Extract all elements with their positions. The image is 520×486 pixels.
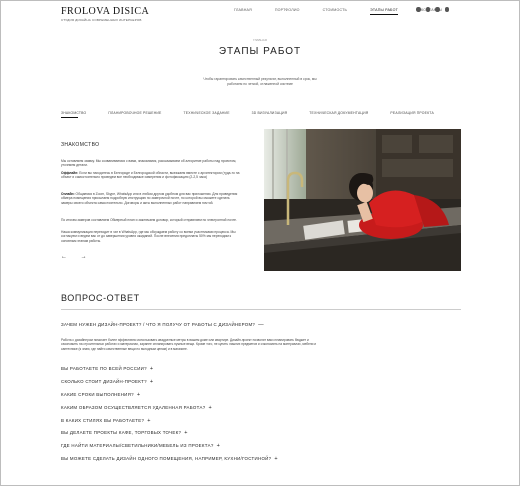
faq-question[interactable]: КАКИЕ СРОКИ ВЫПОЛНЕНИЯ? + <box>61 392 140 398</box>
expand-icon[interactable]: + <box>184 430 188 436</box>
slider-arrows[interactable]: ← → <box>61 254 93 260</box>
expand-icon[interactable]: + <box>274 456 278 462</box>
faq-question[interactable]: ВЫ ДЕЛАЕТЕ ПРОЕКТЫ КАФЕ, ТОРГОВЫХ ТОЧЕК?… <box>61 430 188 436</box>
nav-portfolio[interactable]: ПОРТФОЛИО <box>275 8 300 15</box>
online-label: Онлайн: <box>61 192 75 196</box>
faq-question-text: ЗАЧЕМ НУЖЕН ДИЗАЙН-ПРОЕКТ? / ЧТО Я ПОЛУЧ… <box>61 322 256 327</box>
faq-question-text: ВЫ РАБОТАЕТЕ ПО ВСЕЙ РОССИИ? <box>61 366 147 371</box>
expand-icon[interactable]: + <box>137 392 141 398</box>
page-title: ЭТАПЫ РАБОТ <box>218 46 302 57</box>
expand-icon[interactable]: + <box>217 443 221 449</box>
expand-icon[interactable]: + <box>208 405 212 411</box>
collapse-icon[interactable]: — <box>258 322 264 328</box>
social-links <box>416 7 449 12</box>
online-text: Общаемся в Zoom, Skype, WhatsApp или в л… <box>61 192 238 205</box>
nav-work-stages[interactable]: ЭТАПЫ РАБОТ <box>370 8 398 15</box>
faq-question[interactable]: ГДЕ НАЙТИ МАТЕРИАЛЫ/СВЕТИЛЬНИКИ/МЕБЕЛЬ И… <box>61 443 220 449</box>
tab-tech-docs[interactable]: ТЕХНИЧЕСКАЯ ДОКУМЕНТАЦИЯ <box>309 111 368 115</box>
faq-heading: ВОПРОС-ОТВЕТ <box>61 293 140 303</box>
offline-text: Если вы находитесь в Белгороде и Белгоро… <box>61 171 240 180</box>
faq-question[interactable]: КАКИМ ОБРАЗОМ ОСУЩЕСТВЛЯЕТСЯ УДАЛЕННАЯ Р… <box>61 405 212 411</box>
section-paragraph-online: Онлайн: Общаемся в Zoom, Skype, WhatsApp… <box>61 192 241 205</box>
vk-icon[interactable] <box>416 7 421 12</box>
divider <box>61 309 461 310</box>
instagram-icon[interactable] <box>425 7 430 12</box>
faq-question[interactable]: СКОЛЬКО СТОИТ ДИЗАЙН-ПРОЕКТ? + <box>61 379 153 385</box>
telegram-icon[interactable] <box>435 7 440 12</box>
nav-home[interactable]: ГЛАВНАЯ <box>234 8 252 15</box>
section-paragraph: Мы оставляем заявку. Мы созваниваемся с … <box>61 159 237 168</box>
logo-subtitle: СТУДИЯ ДИЗАЙНА СОВРЕМЕННЫХ ИНТЕРЬЕРОВ <box>61 18 142 22</box>
faq-question[interactable]: ВЫ МОЖЕТЕ СДЕЛАТЬ ДИЗАЙН ОДНОГО ПОМЕЩЕНИ… <box>61 456 278 462</box>
section-paragraph: По итогам замеров составляем Обмерный пл… <box>61 218 237 222</box>
faq-question-text: ВЫ ДЕЛАЕТЕ ПРОЕКТЫ КАФЕ, ТОРГОВЫХ ТОЧЕК? <box>61 430 182 435</box>
section-heading: ЗНАКОМСТВО <box>61 142 100 148</box>
expand-icon[interactable]: + <box>150 366 154 372</box>
tab-tech-spec[interactable]: ТЕХНИЧЕСКОЕ ЗАДАНИЕ <box>184 111 230 115</box>
faq-question-text: ВЫ МОЖЕТЕ СДЕЛАТЬ ДИЗАЙН ОДНОГО ПОМЕЩЕНИ… <box>61 456 272 461</box>
stage-tabs: ЗНАКОМСТВО ПЛАНИРОВОЧНОЕ РЕШЕНИЕ ТЕХНИЧЕ… <box>61 111 520 115</box>
tab-acquaintance[interactable]: ЗНАКОМСТВО <box>61 111 86 115</box>
offline-label: Оффлайн: <box>61 171 79 175</box>
logo[interactable]: FROLOVA DISICA <box>61 6 149 17</box>
expand-icon[interactable]: + <box>150 379 154 385</box>
faq-question-text: КАКИМ ОБРАЗОМ ОСУЩЕСТВЛЯЕТСЯ УДАЛЕННАЯ Р… <box>61 405 206 410</box>
faq-question-open[interactable]: ЗАЧЕМ НУЖЕН ДИЗАЙН-ПРОЕКТ? / ЧТО Я ПОЛУЧ… <box>61 322 264 328</box>
faq-answer: Работа с дизайнером помогает более эффек… <box>61 338 317 351</box>
expand-icon[interactable]: + <box>147 418 151 424</box>
section-paragraph-offline: Оффлайн: Если вы находитесь в Белгороде … <box>61 171 241 180</box>
page-subtitle: Чтобы гарантировать качественный результ… <box>203 77 317 86</box>
facebook-icon[interactable] <box>444 7 449 12</box>
active-tab-indicator <box>61 117 78 118</box>
faq-question-text: В КАКИХ СТИЛЯХ ВЫ РАБОТАЕТЕ? <box>61 418 145 423</box>
faq-question-text: СКОЛЬКО СТОИТ ДИЗАЙН-ПРОЕКТ? <box>61 379 147 384</box>
designer-photo <box>264 129 461 271</box>
tab-implementation[interactable]: РЕАЛИЗАЦИЯ ПРОЕКТА <box>390 111 433 115</box>
breadcrumb[interactable]: ГЛАВНАЯ <box>0 38 520 42</box>
designer-photo-illustration <box>264 129 461 271</box>
nav-pricing[interactable]: СТОИМОСТЬ <box>323 8 348 15</box>
faq-question[interactable]: В КАКИХ СТИЛЯХ ВЫ РАБОТАЕТЕ? + <box>61 418 151 424</box>
faq-question[interactable]: ВЫ РАБОТАЕТЕ ПО ВСЕЙ РОССИИ? + <box>61 366 153 372</box>
faq-question-text: ГДЕ НАЙТИ МАТЕРИАЛЫ/СВЕТИЛЬНИКИ/МЕБЕЛЬ И… <box>61 443 214 448</box>
faq-question-text: КАКИЕ СРОКИ ВЫПОЛНЕНИЯ? <box>61 392 134 397</box>
tab-planning[interactable]: ПЛАНИРОВОЧНОЕ РЕШЕНИЕ <box>108 111 161 115</box>
tab-3d-visualization[interactable]: 3D ВИЗУАЛИЗАЦИЯ <box>252 111 288 115</box>
section-paragraph: Наша коммуникация переходит в чат в What… <box>61 230 236 243</box>
